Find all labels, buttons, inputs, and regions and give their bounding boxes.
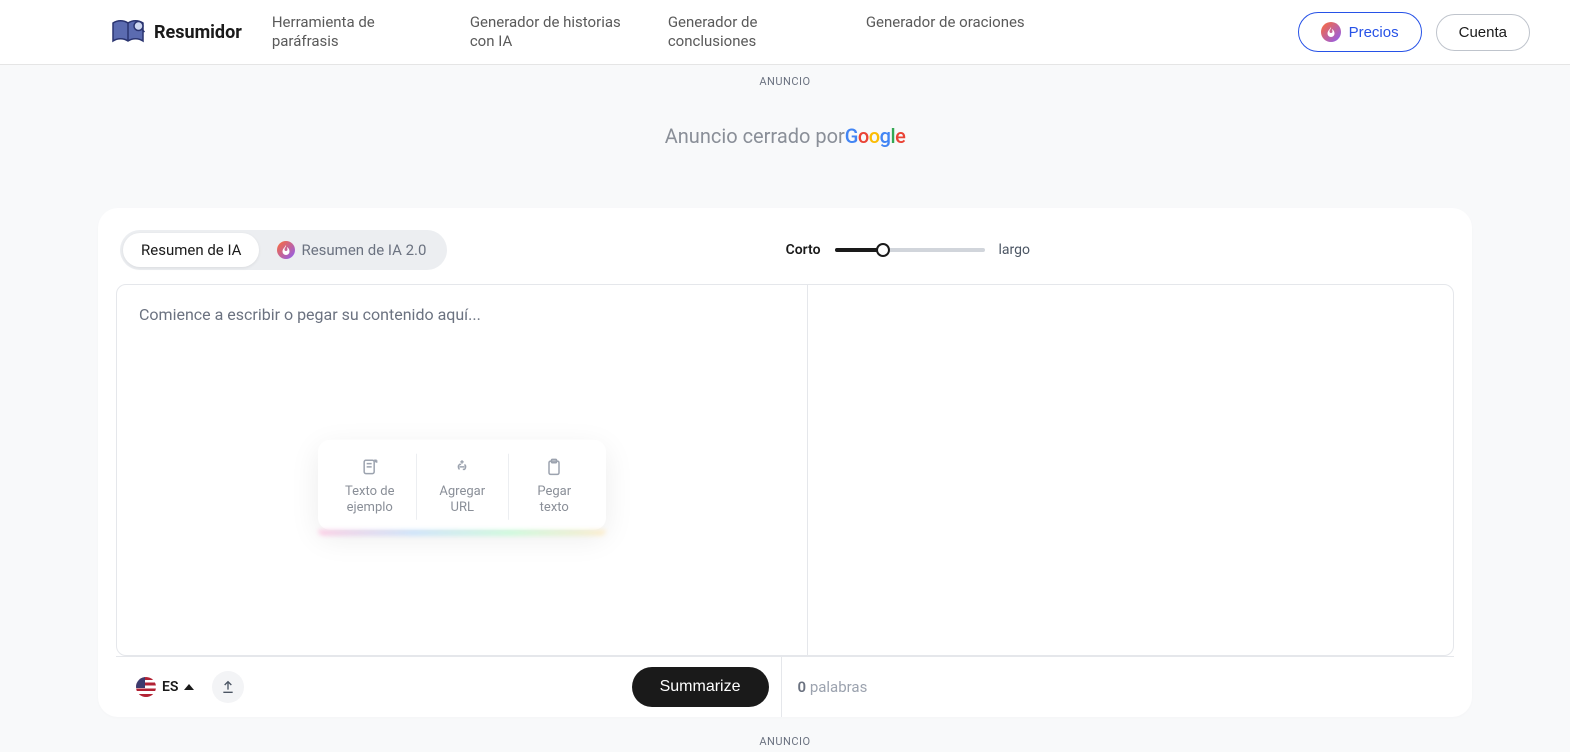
header-actions: Precios Cuenta bbox=[1298, 12, 1530, 52]
mode-tabs: Resumen de IA Resumen de IA 2.0 bbox=[120, 230, 447, 270]
tab-v1-label: Resumen de IA bbox=[141, 241, 241, 259]
clipboard-icon bbox=[544, 458, 564, 478]
brand-name: Resumidor bbox=[154, 22, 242, 43]
slider-short-label: Corto bbox=[786, 242, 821, 258]
link-plus-icon bbox=[452, 458, 472, 478]
panel-toolbar: Resumen de IA Resumen de IA 2.0 Corto la… bbox=[98, 230, 1472, 284]
add-url-button[interactable]: Agregar URL bbox=[416, 454, 508, 521]
word-count-label: palabras bbox=[810, 678, 868, 696]
output-pane bbox=[808, 285, 1454, 655]
output-toolbar: 0 palabras bbox=[782, 657, 1455, 717]
paste-text-label: Pegar texto bbox=[523, 484, 586, 517]
main-nav: Herramienta de paráfrasis Generador de h… bbox=[272, 13, 1298, 52]
account-label: Cuenta bbox=[1459, 24, 1507, 41]
language-code: ES bbox=[162, 679, 178, 695]
slider-thumb[interactable] bbox=[876, 243, 890, 257]
ad-label-top: ANUNCIO bbox=[0, 65, 1570, 94]
tab-summary-v1[interactable]: Resumen de IA bbox=[123, 233, 259, 267]
nav-story-generator[interactable]: Generador de historias con IA bbox=[470, 13, 640, 52]
nav-conclusion-generator[interactable]: Generador de conclusiones bbox=[668, 13, 838, 52]
summarize-label: Summarize bbox=[660, 678, 741, 695]
upload-icon bbox=[220, 679, 236, 695]
input-placeholder: Comience a escribir o pegar su contenido… bbox=[139, 305, 785, 324]
tab-v2-label: Resumen de IA 2.0 bbox=[301, 241, 426, 259]
sample-text-icon bbox=[360, 458, 380, 478]
prices-button[interactable]: Precios bbox=[1298, 12, 1422, 52]
account-button[interactable]: Cuenta bbox=[1436, 14, 1530, 51]
editor-row: Comience a escribir o pegar su contenido… bbox=[116, 284, 1454, 656]
language-selector[interactable]: ES bbox=[128, 671, 202, 703]
sample-text-label: Texto de ejemplo bbox=[338, 484, 402, 517]
slider-track[interactable] bbox=[835, 248, 985, 252]
nav-paraphrase[interactable]: Herramienta de paráfrasis bbox=[272, 13, 442, 52]
add-url-label: Agregar URL bbox=[431, 484, 494, 517]
flame-icon bbox=[1321, 22, 1341, 42]
flag-icon bbox=[136, 677, 156, 697]
paste-text-button[interactable]: Pegar texto bbox=[508, 454, 600, 521]
flame-icon bbox=[277, 241, 295, 259]
bottom-toolbar: ES Summarize 0 palabras bbox=[116, 656, 1454, 717]
book-search-icon bbox=[110, 18, 146, 46]
google-logo-text: Google bbox=[845, 124, 906, 148]
ad-closed-notice: Anuncio cerrado porGoogle bbox=[0, 94, 1570, 208]
ad-label-bottom: ANUNCIO bbox=[0, 717, 1570, 752]
summarizer-panel: Resumen de IA Resumen de IA 2.0 Corto la… bbox=[98, 208, 1472, 717]
main-header: Resumidor Herramienta de paráfrasis Gene… bbox=[0, 0, 1570, 65]
summarize-button[interactable]: Summarize bbox=[632, 667, 769, 707]
word-count-number: 0 bbox=[798, 678, 807, 696]
tab-summary-v2[interactable]: Resumen de IA 2.0 bbox=[259, 233, 444, 267]
input-toolbar: ES Summarize bbox=[116, 657, 782, 717]
slider-long-label: largo bbox=[999, 242, 1030, 258]
word-count: 0 palabras bbox=[798, 678, 868, 696]
upload-button[interactable] bbox=[212, 671, 244, 703]
input-pane[interactable]: Comience a escribir o pegar su contenido… bbox=[117, 285, 808, 655]
helper-card: Texto de ejemplo Agregar URL Pegar texto bbox=[318, 440, 606, 531]
ad-closed-text: Anuncio cerrado por bbox=[665, 124, 845, 148]
prices-label: Precios bbox=[1349, 24, 1399, 41]
sample-text-button[interactable]: Texto de ejemplo bbox=[324, 454, 416, 521]
brand-logo[interactable]: Resumidor bbox=[110, 18, 242, 46]
nav-sentence-generator[interactable]: Generador de oraciones bbox=[866, 13, 1025, 52]
caret-up-icon bbox=[184, 684, 194, 690]
length-slider: Corto largo bbox=[786, 242, 1030, 258]
